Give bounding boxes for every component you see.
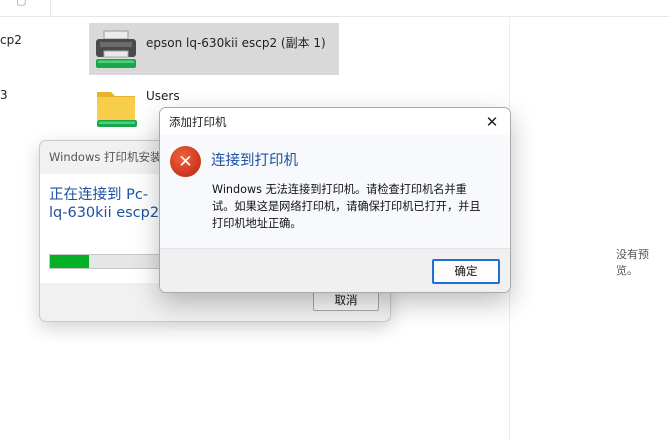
window-title: Windows 打印机安装 [49,150,162,164]
explorer-toolbar: ▢ [0,0,669,17]
dialog-message-line-2: 试。如果这是网络打印机，请确保打印机已打开，并且 [212,200,481,213]
toolbar-icon[interactable]: ▢ [16,0,26,7]
file-item-label: Users [146,89,180,103]
folder-icon [97,92,137,127]
dialog-titlebar[interactable]: 添加打印机 ✕ [160,108,510,135]
cancel-button[interactable]: 取消 [313,290,379,311]
progress-bar-fill [50,255,89,268]
file-item-label: epson lq-630kii escp2 (副本 1) [146,36,326,50]
dialog-message-line-3: 打印机地址正确。 [212,217,302,230]
connecting-message-line-2: lq-630kii escp2 [49,205,160,221]
error-icon-glyph: ✕ [178,152,192,172]
dialog-title: 添加打印机 [169,115,227,129]
close-icon[interactable]: ✕ [482,112,502,132]
printer-icon [96,30,136,68]
ok-button[interactable]: 确定 [432,259,500,284]
dialog-footer: 确定 [160,248,510,292]
toolbar-separator [50,0,51,16]
file-item-printer[interactable]: epson lq-630kii escp2 (副本 1) [89,23,339,75]
dialog-heading: 连接到打印机 [211,153,298,169]
preview-pane-text: 没有预览。 [616,248,649,277]
add-printer-dialog: 添加打印机 ✕ ✕ 连接到打印机 Windows 无法连接到打印机。请检查打印机… [159,107,511,293]
dialog-message: Windows 无法连接到打印机。请检查打印机名并重 试。如果这是网络打印机，请… [212,181,502,232]
left-pane-row-2[interactable]: 3 [0,88,8,102]
dialog-message-line-1: Windows 无法连接到打印机。请检查打印机名并重 [212,183,467,196]
error-icon: ✕ [170,146,201,177]
connecting-message-line-1: 正在连接到 Pc- [49,187,149,203]
left-pane-row-1[interactable]: cp2 [0,33,22,47]
